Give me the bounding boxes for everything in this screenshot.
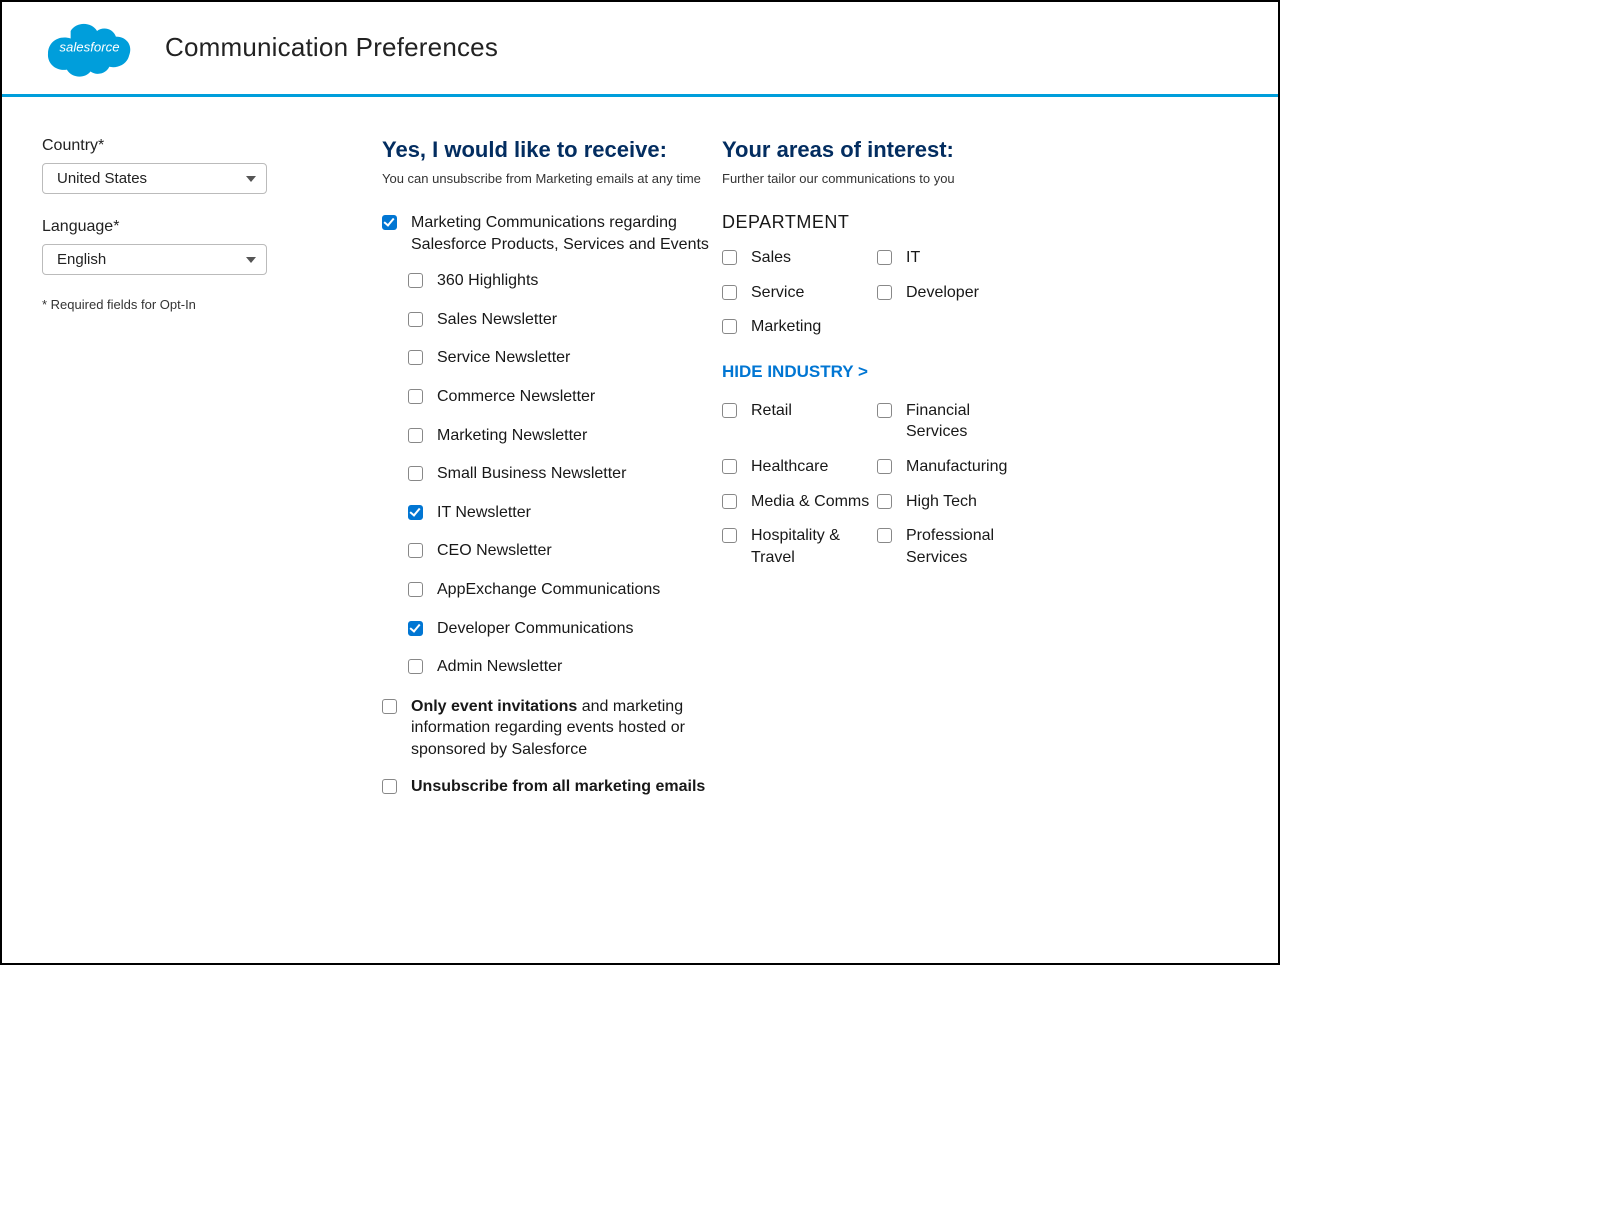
checkbox-sub-it-newsletter[interactable]	[408, 505, 423, 520]
checkbox-sub-small-business-newsletter[interactable]	[408, 466, 423, 481]
receive-subtitle: You can unsubscribe from Marketing email…	[382, 171, 712, 186]
checkbox-sub-sales-newsletter[interactable]	[408, 312, 423, 327]
checkbox-dept-sales[interactable]	[722, 250, 737, 265]
checkbox-industry-retail[interactable]	[722, 403, 737, 418]
label-industry-professional-services: Professional Services	[906, 525, 1032, 568]
label-sub-it-newsletter: IT Newsletter	[437, 502, 531, 524]
language-label: Language*	[42, 218, 372, 236]
checkbox-sub-service-newsletter[interactable]	[408, 350, 423, 365]
salesforce-logo-icon: salesforce	[42, 14, 137, 80]
label-sub-marketing-newsletter: Marketing Newsletter	[437, 425, 587, 447]
label-marketing-communications: Marketing Communications regarding Sales…	[411, 212, 712, 255]
checkbox-sub-developer-communications[interactable]	[408, 621, 423, 636]
label-sub-small-business-newsletter: Small Business Newsletter	[437, 463, 626, 485]
label-industry-financial-services: Financial Services	[906, 400, 1032, 443]
country-value: United States	[57, 170, 147, 187]
checkbox-sub-admin-newsletter[interactable]	[408, 659, 423, 674]
logo-text: salesforce	[59, 40, 119, 55]
checkbox-sub-ceo-newsletter[interactable]	[408, 543, 423, 558]
interest-title: Your areas of interest:	[722, 137, 1238, 163]
label-dept-service: Service	[751, 282, 804, 304]
checkbox-industry-media-comms[interactable]	[722, 494, 737, 509]
label-dept-sales: Sales	[751, 247, 791, 269]
checkbox-marketing-communications[interactable]	[382, 215, 397, 230]
hide-industry-toggle[interactable]: HIDE INDUSTRY >	[722, 362, 1238, 382]
label-unsubscribe-all: Unsubscribe from all marketing emails	[411, 776, 705, 798]
checkbox-industry-hospitality-travel[interactable]	[722, 528, 737, 543]
country-select[interactable]: United States	[42, 163, 267, 194]
checkbox-only-events[interactable]	[382, 699, 397, 714]
label-industry-healthcare: Healthcare	[751, 456, 828, 478]
label-industry-manufacturing: Manufacturing	[906, 456, 1007, 478]
label-sub-developer-communications: Developer Communications	[437, 618, 634, 640]
checkbox-dept-marketing[interactable]	[722, 319, 737, 334]
receive-title: Yes, I would like to receive:	[382, 137, 712, 163]
checkbox-dept-developer[interactable]	[877, 285, 892, 300]
label-sub-commerce-newsletter: Commerce Newsletter	[437, 386, 595, 408]
checkbox-dept-it[interactable]	[877, 250, 892, 265]
checkbox-industry-manufacturing[interactable]	[877, 459, 892, 474]
label-industry-high-tech: High Tech	[906, 491, 977, 513]
checkbox-industry-healthcare[interactable]	[722, 459, 737, 474]
checkbox-industry-professional-services[interactable]	[877, 528, 892, 543]
language-value: English	[57, 251, 106, 268]
checkbox-industry-high-tech[interactable]	[877, 494, 892, 509]
checkbox-sub-360-highlights[interactable]	[408, 273, 423, 288]
label-sub-admin-newsletter: Admin Newsletter	[437, 656, 562, 678]
department-heading: DEPARTMENT	[722, 212, 1238, 233]
checkbox-sub-appexchange-communications[interactable]	[408, 582, 423, 597]
label-sub-sales-newsletter: Sales Newsletter	[437, 309, 557, 331]
language-select[interactable]: English	[42, 244, 267, 275]
label-only-events: Only event invitations and marketing inf…	[411, 696, 712, 761]
required-note: * Required fields for Opt-In	[42, 297, 372, 312]
label-dept-marketing: Marketing	[751, 316, 821, 338]
label-dept-developer: Developer	[906, 282, 979, 304]
label-industry-retail: Retail	[751, 400, 792, 422]
label-sub-360-highlights: 360 Highlights	[437, 270, 538, 292]
label-sub-ceo-newsletter: CEO Newsletter	[437, 540, 552, 562]
checkbox-sub-commerce-newsletter[interactable]	[408, 389, 423, 404]
label-sub-service-newsletter: Service Newsletter	[437, 347, 570, 369]
checkbox-dept-service[interactable]	[722, 285, 737, 300]
label-industry-media-comms: Media & Comms	[751, 491, 869, 513]
label-sub-appexchange-communications: AppExchange Communications	[437, 579, 660, 601]
checkbox-industry-financial-services[interactable]	[877, 403, 892, 418]
page-title: Communication Preferences	[165, 32, 498, 63]
checkbox-sub-marketing-newsletter[interactable]	[408, 428, 423, 443]
label-industry-hospitality-travel: Hospitality & Travel	[751, 525, 877, 568]
country-label: Country*	[42, 137, 372, 155]
label-dept-it: IT	[906, 247, 920, 269]
checkbox-unsubscribe-all[interactable]	[382, 779, 397, 794]
interest-subtitle: Further tailor our communications to you	[722, 171, 1238, 186]
